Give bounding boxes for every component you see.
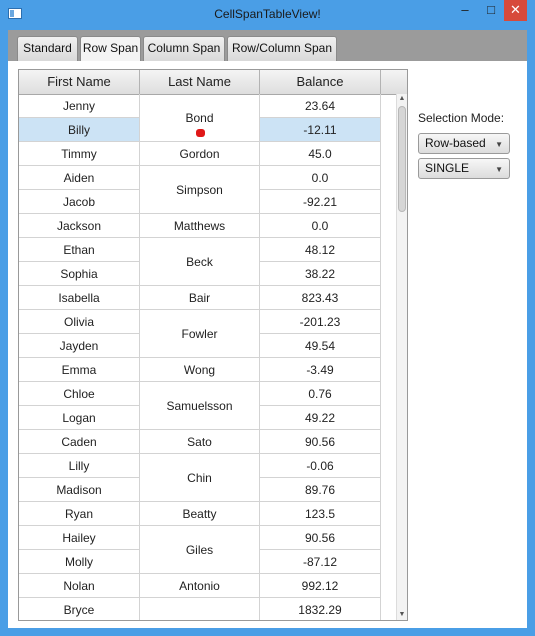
chevron-down-icon: ▼ bbox=[495, 165, 503, 174]
tab-column-span[interactable]: Column Span bbox=[143, 36, 225, 61]
balance-cell[interactable]: 23.64 bbox=[260, 94, 381, 118]
balance-cell[interactable]: -3.49 bbox=[260, 358, 381, 382]
last-name-cell[interactable]: Gordon bbox=[140, 142, 260, 166]
balance-cell[interactable]: -87.12 bbox=[260, 550, 381, 574]
balance-cell[interactable]: 49.22 bbox=[260, 406, 381, 430]
first-name-cell[interactable]: Jenny bbox=[19, 94, 140, 118]
tab-row-span[interactable]: Row Span bbox=[80, 36, 141, 62]
app-window: CellSpanTableView! – □ ✕ Standard Row Sp… bbox=[0, 0, 535, 636]
balance-cell[interactable]: 992.12 bbox=[260, 574, 381, 598]
first-name-cell[interactable]: Caden bbox=[19, 430, 140, 454]
first-name-cell[interactable]: Billy bbox=[19, 118, 140, 142]
minimize-button[interactable]: – bbox=[452, 0, 478, 21]
selection-mode-value: Row-based bbox=[425, 136, 486, 150]
balance-cell[interactable]: 123.5 bbox=[260, 502, 381, 526]
balance-cell[interactable]: -92.21 bbox=[260, 190, 381, 214]
balance-cell[interactable]: 0.0 bbox=[260, 166, 381, 190]
balance-cell[interactable]: 1832.29 bbox=[260, 598, 381, 620]
first-name-cell[interactable]: Chloe bbox=[19, 382, 140, 406]
first-name-cell[interactable]: Ethan bbox=[19, 238, 140, 262]
first-name-cell[interactable]: Emma bbox=[19, 358, 140, 382]
balance-cell[interactable]: 0.76 bbox=[260, 382, 381, 406]
selection-type-combo[interactable]: SINGLE ▼ bbox=[418, 158, 510, 179]
vertical-scrollbar[interactable]: ▲ ▼ bbox=[396, 94, 407, 620]
scroll-up-arrow-icon[interactable]: ▲ bbox=[397, 94, 407, 104]
first-name-cell[interactable]: Logan bbox=[19, 406, 140, 430]
last-name-cell[interactable]: Fowler bbox=[140, 310, 260, 358]
column-header-filler bbox=[381, 70, 407, 94]
selection-mode-label: Selection Mode: bbox=[418, 111, 505, 125]
first-name-cell[interactable]: Jackson bbox=[19, 214, 140, 238]
first-name-cell[interactable]: Lilly bbox=[19, 454, 140, 478]
last-name-cell[interactable]: Beck bbox=[140, 238, 260, 286]
balance-cell[interactable]: 48.12 bbox=[260, 238, 381, 262]
close-button[interactable]: ✕ bbox=[504, 0, 527, 21]
scroll-down-arrow-icon[interactable]: ▼ bbox=[397, 610, 407, 620]
balance-cell[interactable]: 89.76 bbox=[260, 478, 381, 502]
tab-bar: Standard Row Span Column Span Row/Column… bbox=[8, 30, 527, 62]
last-name-cell[interactable] bbox=[140, 598, 260, 620]
last-name-cell[interactable]: Sato bbox=[140, 430, 260, 454]
last-name-cell[interactable]: Bair bbox=[140, 286, 260, 310]
column-header-last-name[interactable]: Last Name bbox=[140, 70, 260, 94]
balance-cell[interactable]: 38.22 bbox=[260, 262, 381, 286]
balance-cell[interactable]: -12.11 bbox=[260, 118, 381, 142]
first-name-cell[interactable]: Bryce bbox=[19, 598, 140, 620]
last-name-cell[interactable]: Simpson bbox=[140, 166, 260, 214]
tab-content: First Name Last Name Balance Jenny 23.64 B… bbox=[8, 61, 527, 628]
last-name-cell[interactable]: Beatty bbox=[140, 502, 260, 526]
first-name-cell[interactable]: Olivia bbox=[19, 310, 140, 334]
cell-marker-icon bbox=[196, 129, 205, 137]
balance-cell[interactable]: 90.56 bbox=[260, 526, 381, 550]
balance-cell[interactable]: 0.0 bbox=[260, 214, 381, 238]
last-name-cell[interactable]: Chin bbox=[140, 454, 260, 502]
scroll-thumb[interactable] bbox=[398, 106, 406, 212]
last-name-cell[interactable]: Samuelsson bbox=[140, 382, 260, 430]
title-bar[interactable]: CellSpanTableView! – □ ✕ bbox=[0, 0, 535, 30]
tab-standard[interactable]: Standard bbox=[17, 36, 78, 61]
first-name-cell[interactable]: Jayden bbox=[19, 334, 140, 358]
first-name-cell[interactable]: Ryan bbox=[19, 502, 140, 526]
first-name-cell[interactable]: Madison bbox=[19, 478, 140, 502]
balance-cell[interactable]: 823.43 bbox=[260, 286, 381, 310]
last-name-cell[interactable]: Giles bbox=[140, 526, 260, 574]
first-name-cell[interactable]: Timmy bbox=[19, 142, 140, 166]
last-name-cell[interactable]: Matthews bbox=[140, 214, 260, 238]
first-name-cell[interactable]: Nolan bbox=[19, 574, 140, 598]
chevron-down-icon: ▼ bbox=[495, 140, 503, 149]
balance-cell[interactable]: 45.0 bbox=[260, 142, 381, 166]
first-name-cell[interactable]: Isabella bbox=[19, 286, 140, 310]
selection-mode-combo[interactable]: Row-based ▼ bbox=[418, 133, 510, 154]
cell-span-table[interactable]: First Name Last Name Balance Jenny 23.64 B… bbox=[18, 69, 408, 621]
first-name-cell[interactable]: Sophia bbox=[19, 262, 140, 286]
tab-row-column-span[interactable]: Row/Column Span bbox=[227, 36, 337, 61]
balance-cell[interactable]: 49.54 bbox=[260, 334, 381, 358]
table-header: First Name Last Name Balance bbox=[19, 70, 407, 95]
column-header-balance[interactable]: Balance bbox=[260, 70, 381, 94]
first-name-cell[interactable]: Hailey bbox=[19, 526, 140, 550]
column-header-first-name[interactable]: First Name bbox=[19, 70, 140, 94]
first-name-cell[interactable]: Jacob bbox=[19, 190, 140, 214]
first-name-cell[interactable]: Aiden bbox=[19, 166, 140, 190]
selection-type-value: SINGLE bbox=[425, 161, 470, 175]
balance-cell[interactable]: -0.06 bbox=[260, 454, 381, 478]
last-name-cell[interactable]: Wong bbox=[140, 358, 260, 382]
client-area: Standard Row Span Column Span Row/Column… bbox=[8, 30, 527, 628]
balance-cell[interactable]: -201.23 bbox=[260, 310, 381, 334]
first-name-cell[interactable]: Molly bbox=[19, 550, 140, 574]
balance-cell[interactable]: 90.56 bbox=[260, 430, 381, 454]
last-name-cell[interactable]: Antonio bbox=[140, 574, 260, 598]
maximize-button[interactable]: □ bbox=[478, 0, 504, 21]
